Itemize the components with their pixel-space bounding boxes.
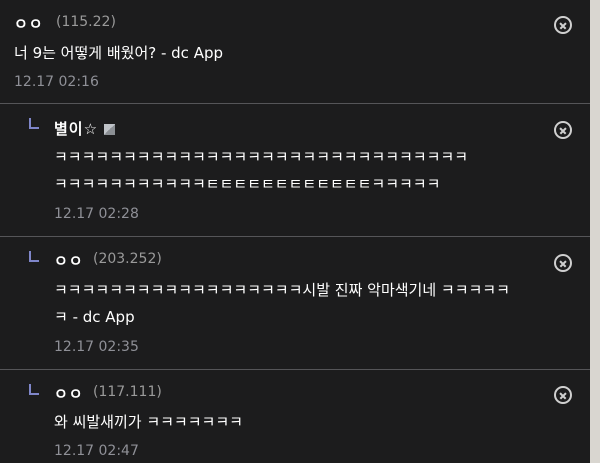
delete-comment-icon[interactable] — [554, 121, 572, 139]
comment-list: ㅇㅇ (115.22) 너 9는 어떻게 배웠어? - dc App 12.17… — [0, 0, 591, 463]
gallery-member-icon — [104, 124, 116, 135]
reply-item: 별이☆ ㅋㅋㅋㅋㅋㅋㅋㅋㅋㅋㅋㅋㅋㅋㅋㅋㅋㅋㅋㅋㅋㅋㅋㅋㅋㅋㅋㅋㅋㅋ ㅋㅋㅋㅋㅋ… — [0, 104, 590, 234]
reply-arrow-icon — [29, 118, 39, 129]
comment-date: 12.17 02:47 — [54, 443, 139, 459]
reply-item: ㅇㅇ (117.111) 와 씨발새끼가 ㅋㅋㅋㅋㅋㅋㅋ 12.17 02:47 — [0, 370, 590, 463]
comment-date: 12.17 02:35 — [54, 339, 139, 355]
comment-date: 12.17 02:28 — [54, 206, 139, 222]
background-edge — [590, 0, 600, 463]
comment-text: 너 9는 어떻게 배웠어? - dc App — [14, 44, 223, 62]
comment-ip: (115.22) — [56, 14, 116, 30]
comment-text: 와 씨발새끼가 ㅋㅋㅋㅋㅋㅋㅋ — [54, 413, 243, 431]
comment-ip: (117.111) — [93, 384, 162, 400]
comment-item: ㅇㅇ (115.22) 너 9는 어떻게 배웠어? - dc App 12.17… — [0, 0, 590, 102]
comment-nickname[interactable]: 별이☆ — [54, 118, 116, 139]
reply-item: ㅇㅇ (203.252) ㅋㅋㅋㅋㅋㅋㅋㅋㅋㅋㅋㅋㅋㅋㅋㅋㅋㅋ시발 진짜 악마색… — [0, 237, 590, 367]
comment-date: 12.17 02:16 — [14, 74, 99, 90]
comment-text: ㅋㅋㅋㅋㅋㅋㅋㅋㅋㅋㅋㅋㅋㅋㅋㅋㅋㅋ시발 진짜 악마색기네 ㅋㅋㅋㅋㅋ ㅋ - … — [54, 281, 510, 326]
comment-nickname[interactable]: ㅇㅇ — [14, 13, 44, 34]
delete-comment-icon[interactable] — [554, 16, 572, 34]
delete-comment-icon[interactable] — [554, 386, 572, 404]
comment-ip: (203.252) — [93, 251, 162, 267]
comment-nickname[interactable]: ㅇㅇ — [54, 383, 84, 404]
reply-arrow-icon — [29, 251, 39, 262]
comment-nickname[interactable]: ㅇㅇ — [54, 250, 84, 271]
delete-comment-icon[interactable] — [554, 254, 572, 272]
reply-arrow-icon — [29, 384, 39, 395]
comment-text: ㅋㅋㅋㅋㅋㅋㅋㅋㅋㅋㅋㅋㅋㅋㅋㅋㅋㅋㅋㅋㅋㅋㅋㅋㅋㅋㅋㅋㅋㅋ ㅋㅋㅋㅋㅋㅋㅋㅋㅋ… — [54, 148, 469, 193]
